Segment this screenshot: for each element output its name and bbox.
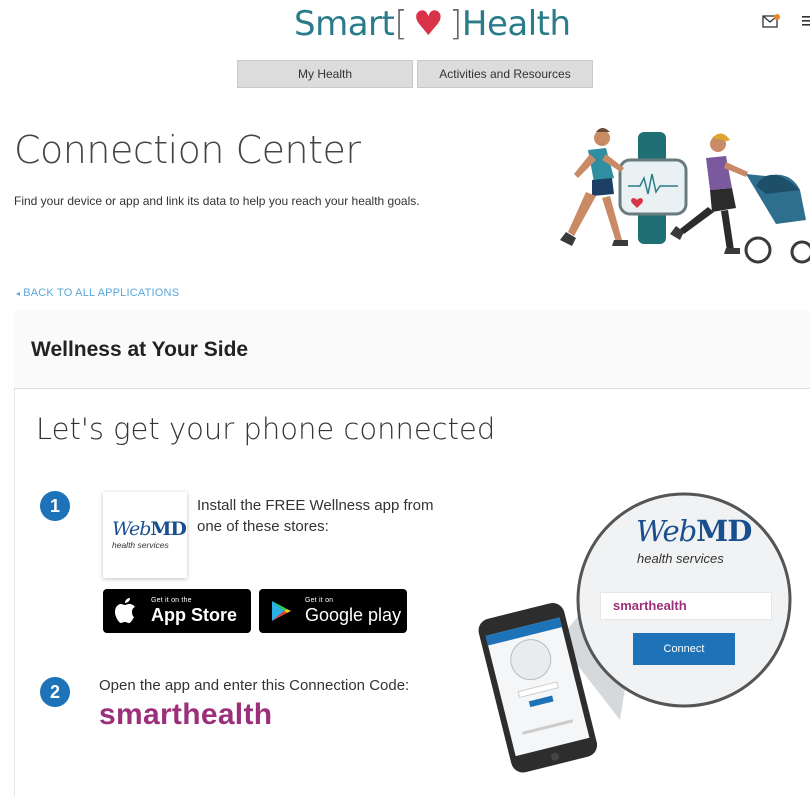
step-1-badge: 1 [40, 491, 70, 521]
logo-text-smart: Smart [294, 4, 395, 44]
tab-my-health[interactable]: My Health [237, 60, 413, 88]
google-play-label: Google play [305, 605, 402, 625]
google-play-small-label: Get it on [305, 597, 334, 604]
page-title: Connection Center [14, 128, 361, 172]
install-instructions: Install the FREE Wellness app from one o… [197, 497, 434, 535]
panel-title: Wellness at Your Side [31, 338, 249, 361]
logo-text-health: Health [461, 4, 571, 44]
connection-code-instructions: Open the app and enter this Connection C… [99, 677, 410, 694]
app-store-small-label: Get it on the [151, 597, 192, 604]
notification-dot [774, 14, 780, 20]
tab-activities-and-resources[interactable]: Activities and Resources [417, 60, 593, 88]
google-play-icon [272, 601, 291, 621]
illustration-webmd-subtitle: health services [637, 551, 724, 566]
illustration-code-value: smarthealth [613, 598, 687, 613]
webmd-app-logo: WebMD health services [103, 492, 187, 578]
back-arrow-icon: ◂ [16, 289, 21, 298]
webmd-wordmark: WebMD [112, 518, 187, 540]
connection-code: smarthealth [99, 698, 273, 731]
app-store-label: App Store [151, 605, 238, 625]
mail-icon[interactable] [762, 14, 780, 28]
apple-icon [115, 598, 135, 623]
webmd-subtitle: health services [112, 540, 169, 550]
fitness-hero-illustration [560, 128, 810, 264]
connect-heading: Let's get your phone connected [36, 412, 496, 446]
illustration-code-field: smarthealth [600, 592, 772, 620]
step-2-badge: 2 [40, 677, 70, 707]
illustration-webmd-wordmark: WebMD [636, 514, 752, 548]
logo-bracket-close: ] [449, 4, 462, 44]
smarthealth-logo[interactable]: Smart[♥]Health [294, 4, 571, 44]
page-subtitle: Find your device or app and link its dat… [14, 194, 420, 208]
back-to-all-applications-link[interactable]: ◂ BACK TO ALL APPLICATIONS [16, 287, 179, 299]
logo-bracket-open: [ [394, 4, 408, 44]
google-play-button[interactable]: Get it on Google play [259, 589, 407, 633]
menu-icon[interactable] [800, 14, 810, 28]
back-link-label: BACK TO ALL APPLICATIONS [23, 287, 180, 299]
heart-icon: ♥ [413, 4, 444, 44]
app-store-button[interactable]: Get it on the App Store [103, 589, 251, 633]
illustration-connect-button: Connect [633, 633, 735, 665]
